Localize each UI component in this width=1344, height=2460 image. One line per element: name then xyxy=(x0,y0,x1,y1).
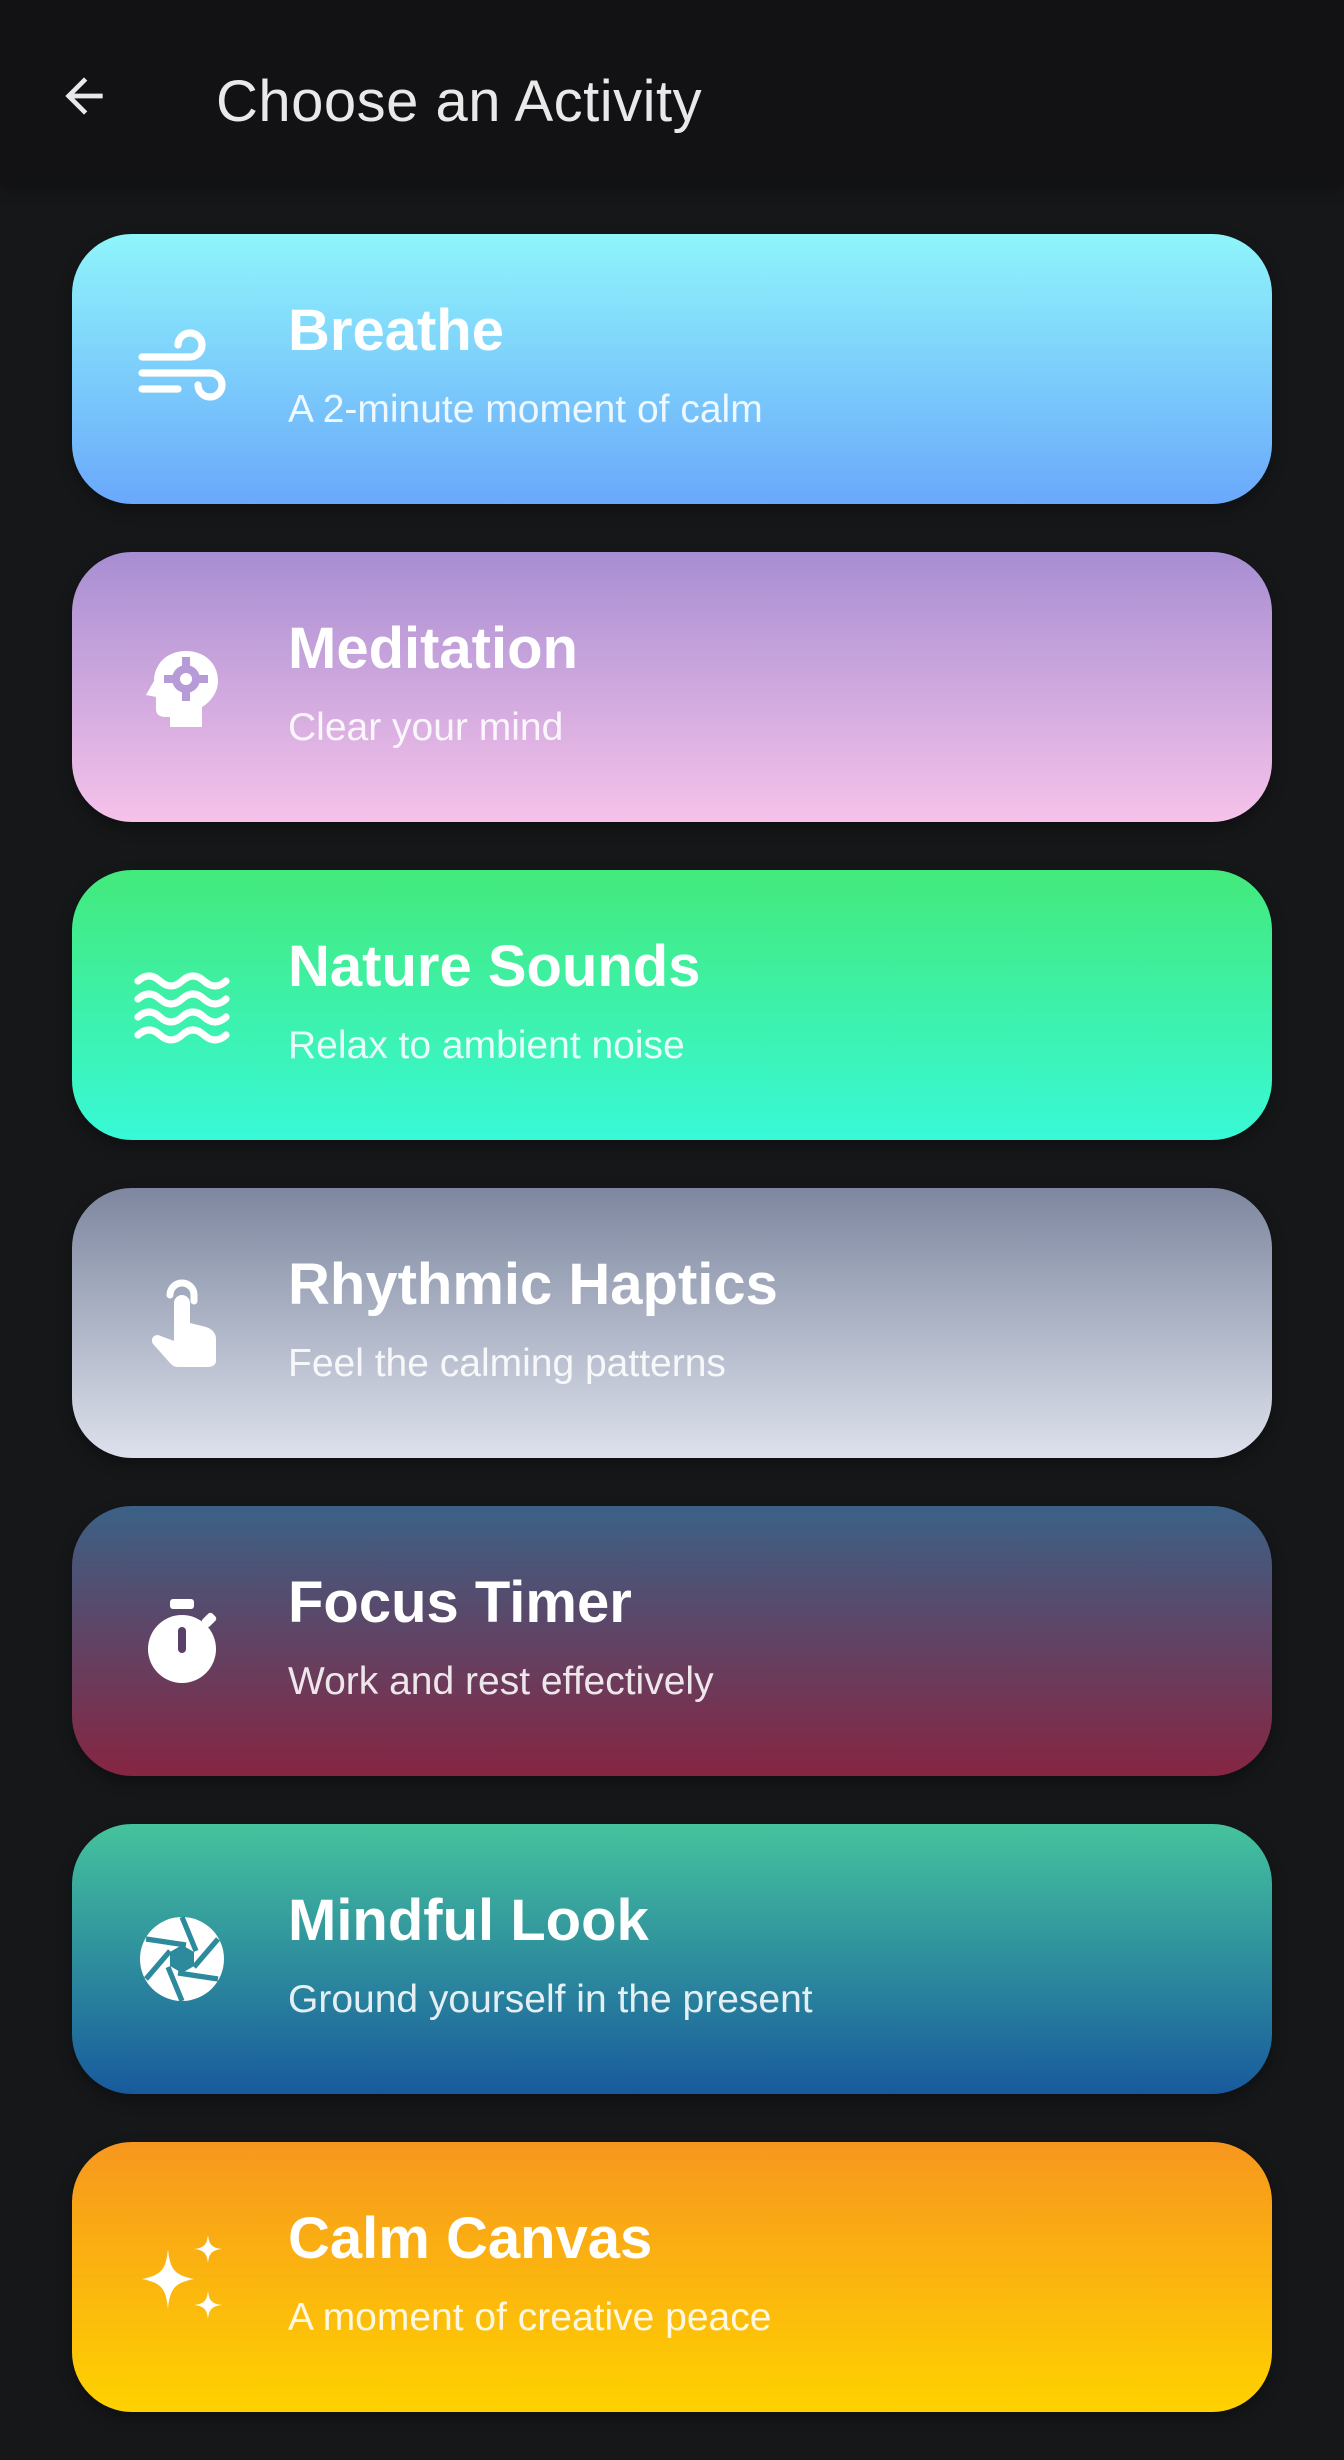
activity-card-mindful-look[interactable]: Mindful Look Ground yourself in the pres… xyxy=(72,1824,1272,2094)
page-title: Choose an Activity xyxy=(216,69,703,134)
activity-title: Meditation xyxy=(288,616,578,681)
head-gear-icon xyxy=(134,639,230,735)
activity-title: Mindful Look xyxy=(288,1888,649,1953)
sparkles-icon xyxy=(134,2229,230,2325)
activity-card-meditation[interactable]: Meditation Clear your mind xyxy=(72,552,1272,822)
activity-card-nature-sounds[interactable]: Nature Sounds Relax to ambient noise xyxy=(72,870,1272,1140)
activity-card-rhythmic-haptics[interactable]: Rhythmic Haptics Feel the calming patter… xyxy=(72,1188,1272,1458)
activity-card-calm-canvas[interactable]: Calm Canvas A moment of creative peace xyxy=(72,2142,1272,2412)
stopwatch-icon xyxy=(134,1593,230,1689)
activity-subtitle: A 2-minute moment of calm xyxy=(288,388,763,431)
activity-card-focus-timer[interactable]: Focus Timer Work and rest effectively xyxy=(72,1506,1272,1776)
activity-title: Nature Sounds xyxy=(288,934,701,999)
activity-subtitle: Relax to ambient noise xyxy=(288,1024,685,1067)
app-bar: Choose an Activity xyxy=(0,0,1344,184)
activity-title: Breathe xyxy=(288,298,504,363)
aperture-icon xyxy=(134,1911,230,2007)
activity-list: Breathe A 2-minute moment of calm Medita… xyxy=(72,234,1272,2460)
arrow-left-icon xyxy=(65,77,103,115)
back-button[interactable] xyxy=(48,60,120,132)
waves-icon xyxy=(134,957,230,1053)
activity-title: Focus Timer xyxy=(288,1570,632,1635)
touch-finger-icon xyxy=(134,1275,230,1371)
activity-card-breathe[interactable]: Breathe A 2-minute moment of calm xyxy=(72,234,1272,504)
activity-title: Calm Canvas xyxy=(288,2206,653,2271)
activity-subtitle: Ground yourself in the present xyxy=(288,1978,813,2021)
activity-subtitle: A moment of creative peace xyxy=(288,2296,772,2339)
wind-icon xyxy=(134,321,230,417)
activity-subtitle: Work and rest effectively xyxy=(288,1660,714,1703)
activity-subtitle: Feel the calming patterns xyxy=(288,1342,726,1385)
activity-title: Rhythmic Haptics xyxy=(288,1252,778,1317)
activity-subtitle: Clear your mind xyxy=(288,706,564,749)
